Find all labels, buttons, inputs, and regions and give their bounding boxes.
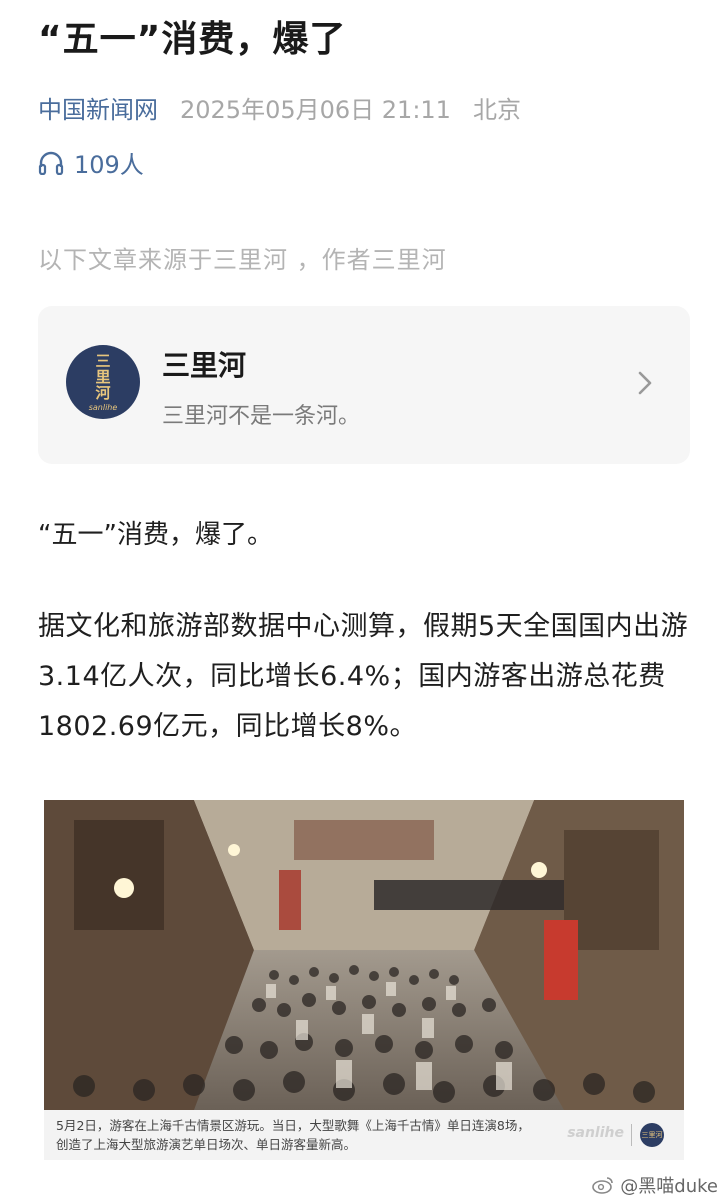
photo-caption: 5月2日，游客在上海千古情景区游玩。当日，大型歌舞《上海千古情》单日连演8场，创…: [56, 1118, 530, 1152]
account-description: 三里河不是一条河。: [162, 404, 361, 429]
body-paragraph-1: “五一”消费，爆了。: [38, 520, 273, 550]
caption-divider: [631, 1124, 632, 1146]
weibo-watermark: @黑喵duke: [592, 1172, 718, 1198]
avatar: 三里河 sanlihe: [66, 345, 140, 419]
listen-button[interactable]: 109人: [38, 145, 144, 180]
caption-logo-text: sanlihe: [567, 1125, 624, 1141]
publish-location: 北京: [472, 96, 521, 124]
article-title: “五一”消费，爆了: [38, 19, 347, 60]
chevron-right-icon: [638, 371, 652, 395]
photo-caption-bar: 5月2日，游客在上海千古情景区游玩。当日，大型歌舞《上海千古情》单日连演8场，创…: [44, 1110, 684, 1160]
article-photo[interactable]: [44, 800, 684, 1110]
account-name: 三里河: [162, 349, 247, 382]
avatar-text: 三里河: [95, 351, 111, 402]
headphones-icon: [38, 151, 64, 175]
weibo-icon: [592, 1177, 614, 1194]
account-card[interactable]: 三里河 sanlihe 三里河 三里河不是一条河。: [38, 306, 690, 464]
caption-badge: 三里河: [640, 1123, 664, 1147]
attribution-text: 以下文章来源于三里河 ，作者三里河: [38, 246, 447, 274]
street-crowd-illustration: [44, 800, 684, 1110]
watermark-text: @黑喵duke: [620, 1176, 718, 1197]
body-paragraph-2: 据文化和旅游部数据中心测算，假期5天全国国内出游3.14亿人次，同比增长6.4%…: [38, 611, 689, 742]
article-meta: 中国新闻网 2025年05月06日 21:11 北京: [38, 90, 521, 125]
avatar-subtext: sanlihe: [88, 402, 118, 412]
publish-datetime: 2025年05月06日 21:11: [180, 96, 451, 124]
listen-count: 109人: [74, 151, 144, 179]
source-link[interactable]: 中国新闻网: [38, 90, 158, 125]
